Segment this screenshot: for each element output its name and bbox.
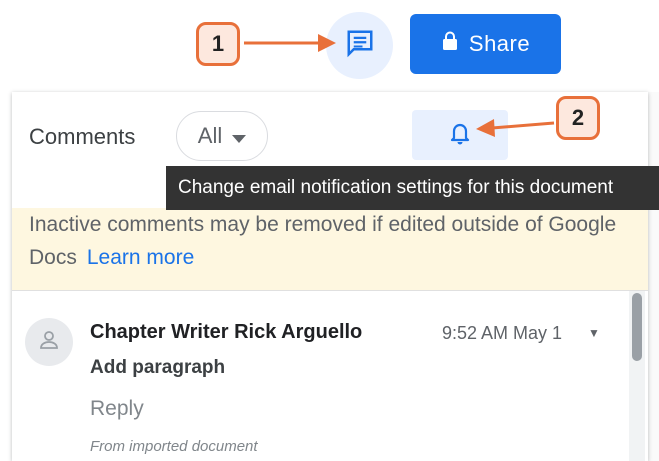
reply-button[interactable]: Reply xyxy=(90,397,144,421)
share-label: Share xyxy=(468,31,531,56)
callout-label: 1 xyxy=(211,31,225,56)
comment-author: Chapter Writer Rick Arguello xyxy=(90,321,363,343)
bell-icon xyxy=(448,120,472,151)
callout-label: 2 xyxy=(571,105,585,130)
comment-menu-arrow-icon[interactable]: ▼ xyxy=(588,326,600,340)
notification-tooltip: Change email notification settings for t… xyxy=(166,166,659,210)
step-callout-2: 2 xyxy=(556,96,600,140)
person-icon xyxy=(37,328,61,357)
banner-message: Inactive comments may be removed if edit… xyxy=(29,208,629,274)
open-comments-button[interactable] xyxy=(326,12,393,79)
learn-more-link[interactable]: Learn more xyxy=(87,246,194,269)
comment-timestamp: 9:52 AM May 1 xyxy=(442,323,563,343)
share-button[interactable]: Share xyxy=(410,14,561,74)
comment-source: From imported document xyxy=(90,438,258,455)
lock-icon xyxy=(441,31,459,57)
avatar xyxy=(25,318,73,366)
comments-panel-title: Comments xyxy=(29,124,136,149)
filter-selected-value: All xyxy=(197,123,223,148)
comment-text: Add paragraph xyxy=(90,357,226,378)
comment-icon xyxy=(345,28,375,63)
scrollbar-thumb[interactable] xyxy=(632,293,642,361)
divider xyxy=(12,290,648,291)
notification-settings-button[interactable] xyxy=(412,110,508,160)
dropdown-arrow-icon xyxy=(232,123,247,149)
comment-filter-dropdown[interactable]: All xyxy=(176,111,268,161)
document-edge xyxy=(648,92,659,461)
step-callout-1: 1 xyxy=(196,22,240,66)
